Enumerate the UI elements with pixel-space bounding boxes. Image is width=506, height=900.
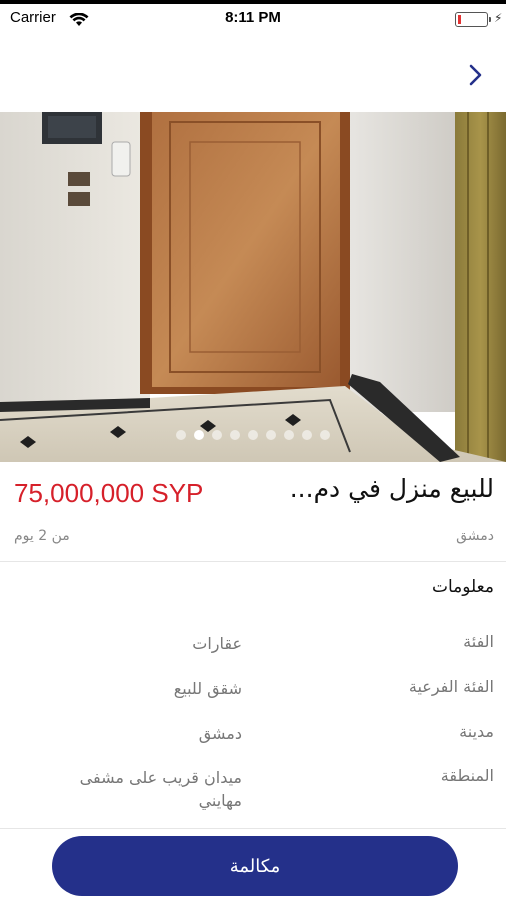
gallery-dot[interactable]: [284, 430, 294, 440]
photo-gallery[interactable]: [0, 112, 506, 462]
listing-header: 75,000,000 SYP للبيع منزل في دم...: [0, 470, 506, 520]
chevron-right-icon[interactable]: [462, 62, 488, 88]
info-value: ميدان قريب على مشفى مهايني: [79, 768, 242, 810]
gallery-dot[interactable]: [320, 430, 330, 440]
info-label: مدينة: [459, 722, 494, 741]
listing-meta: من 2 يوم دمشق: [0, 526, 506, 550]
info-value: دمشق: [198, 724, 242, 743]
gallery-dot[interactable]: [248, 430, 258, 440]
divider: [0, 828, 506, 829]
listing-price: 75,000,000 SYP: [14, 478, 204, 508]
info-label: الفئة الفرعية: [408, 677, 494, 696]
divider: [0, 561, 506, 562]
nav-bar: [0, 32, 506, 112]
clock: 8:11 PM: [225, 9, 281, 26]
gallery-dot[interactable]: [302, 430, 312, 440]
gallery-dot[interactable]: [194, 430, 204, 440]
gallery-dot[interactable]: [266, 430, 276, 440]
status-bar: Carrier 8:11 PM ⚡: [0, 4, 506, 32]
battery-level: [458, 15, 461, 24]
gallery-dot[interactable]: [212, 430, 222, 440]
gallery-dot[interactable]: [230, 430, 240, 440]
call-button[interactable]: مكالمة: [52, 836, 458, 896]
info-label: الفئة: [463, 632, 494, 651]
listing-city: دمشق: [456, 528, 494, 544]
charging-icon: ⚡: [494, 11, 503, 25]
info-label: المنطقة: [440, 766, 494, 785]
battery-tip: [489, 17, 491, 22]
gallery-dot[interactable]: [176, 430, 186, 440]
info-section-title: معلومات: [431, 577, 494, 597]
info-value: عقارات: [192, 634, 242, 653]
gallery-page-indicator[interactable]: [0, 425, 506, 444]
info-value: شقق للبيع: [173, 679, 242, 698]
door-photo: [0, 112, 506, 462]
listing-title: للبيع منزل في دم...: [289, 474, 494, 503]
battery-icon: [455, 12, 488, 27]
posted-time: من 2 يوم: [14, 528, 70, 544]
